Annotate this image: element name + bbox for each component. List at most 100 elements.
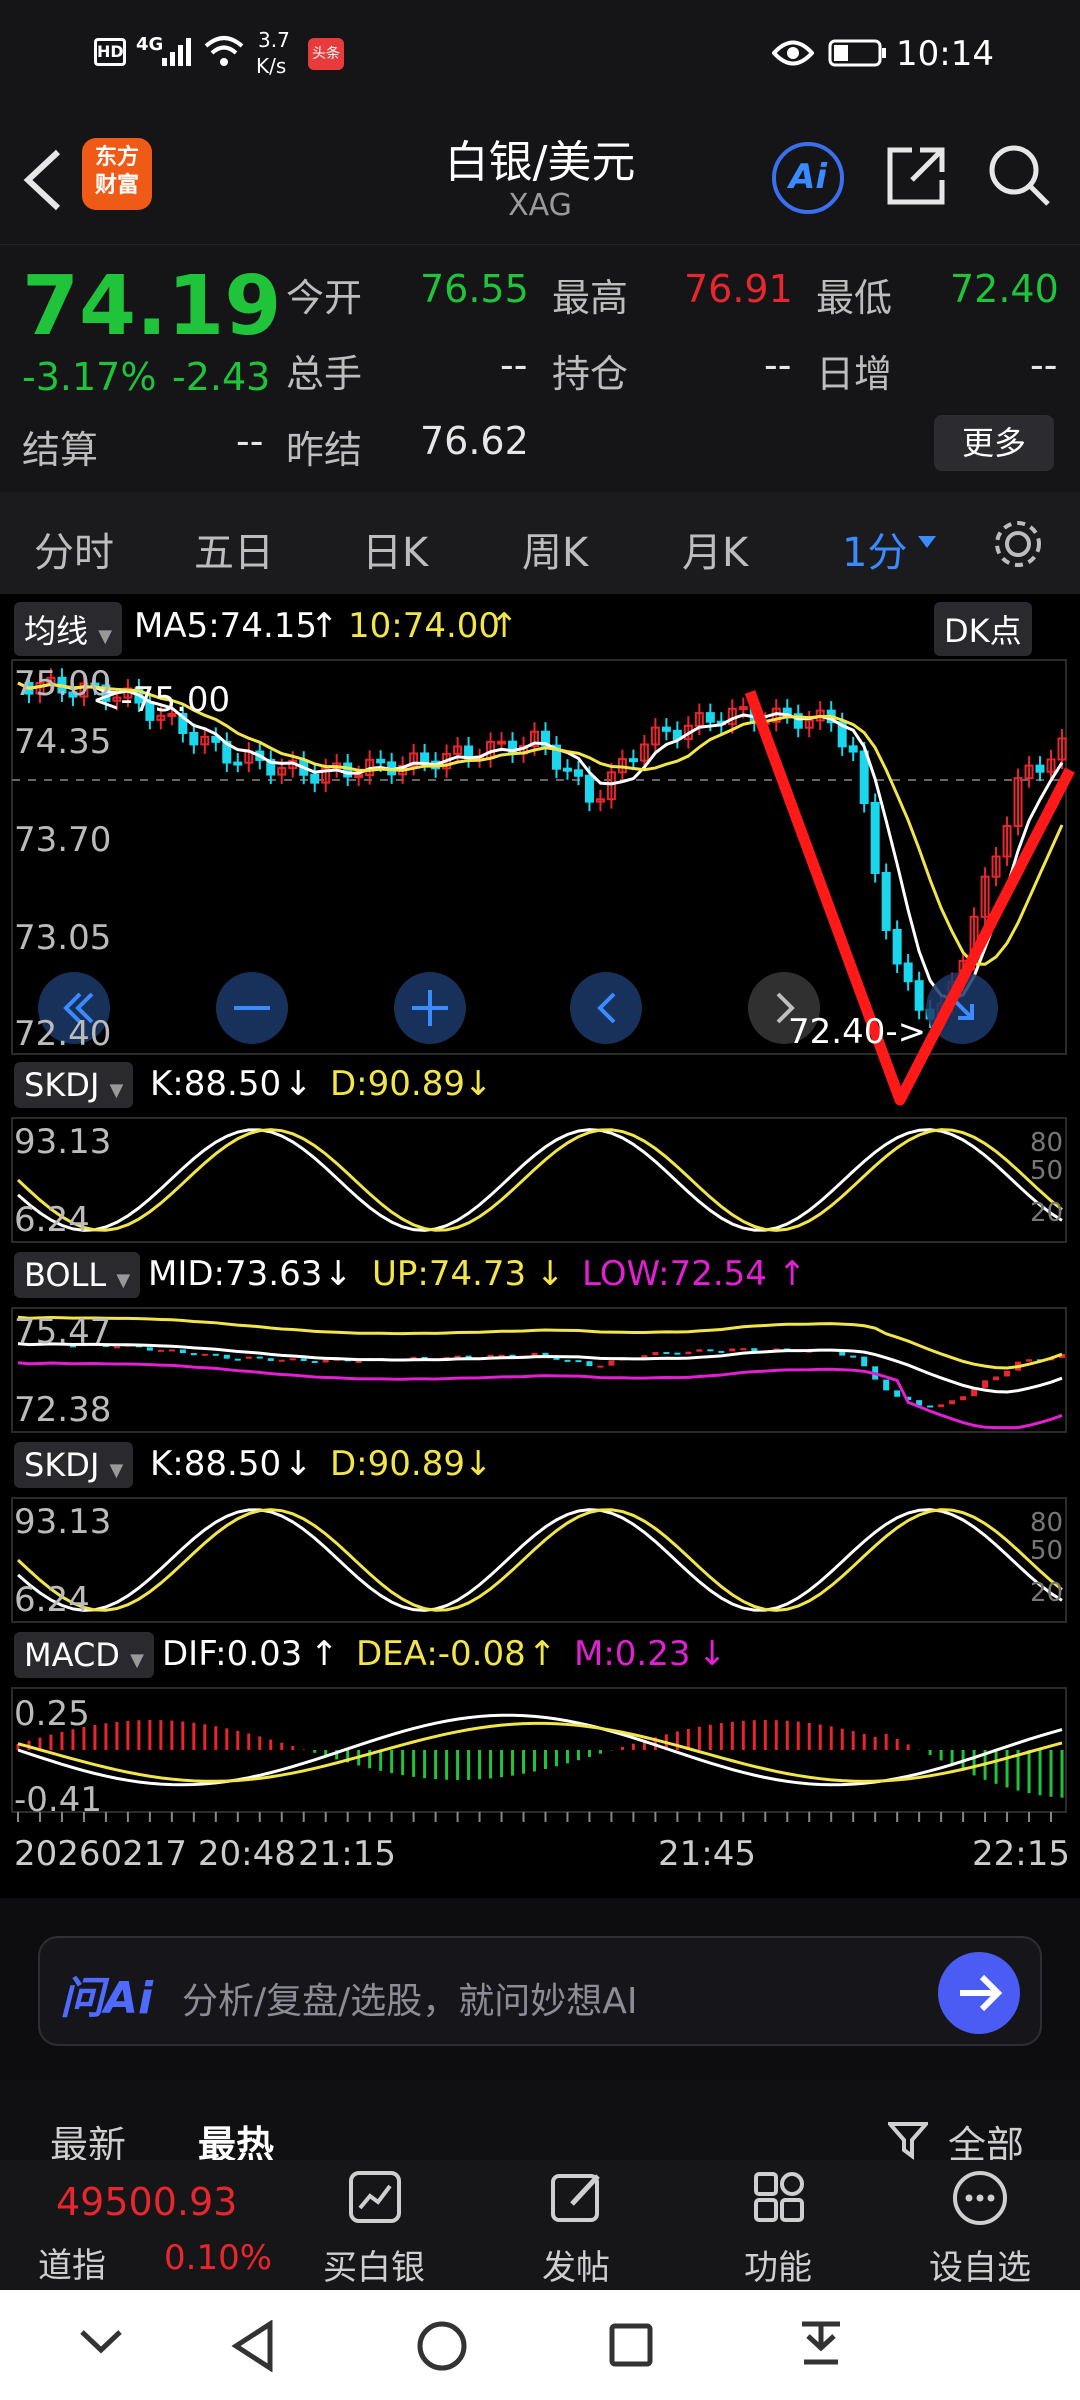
kline-chart-svg[interactable] (0, 594, 1080, 1898)
skdj2-level-80: 80 (1030, 1508, 1064, 1538)
skdj-tick-high: 93.13 (14, 1122, 112, 1162)
bottom-nav: 49500.93 道指 0.10% 买白银 发帖 功能 设自选 (0, 2160, 1080, 2290)
index-ticker[interactable]: 49500.93 道指 0.10% (0, 2160, 290, 2290)
boll-candle (1004, 1370, 1011, 1377)
boll-low-value: LOW:72.54 (582, 1254, 767, 1294)
boll-candle (300, 1358, 307, 1361)
main-candle (562, 767, 572, 772)
main-candle (705, 712, 715, 723)
macd-dea-value: DEA:-0.08 (356, 1634, 526, 1674)
boll-candle (707, 1349, 714, 1352)
boll-candle (168, 1349, 175, 1352)
macd-selector[interactable]: MACD ▼ (14, 1632, 154, 1678)
ai-submit-button[interactable] (938, 1952, 1020, 2034)
boll-candle (223, 1354, 230, 1359)
ai-brand: 问Ai (60, 1973, 154, 2024)
boll-candle (883, 1379, 890, 1391)
tab-five-day[interactable]: 五日 (194, 520, 274, 578)
boll-candle (113, 1346, 120, 1349)
ma10-arrow-icon: ↑ (490, 606, 519, 646)
download-tray-icon[interactable] (798, 2318, 844, 2370)
dk-label: DK点 (944, 612, 1022, 650)
settle-label: 结算 (22, 428, 99, 472)
ma10-value: 10:74.00 (348, 606, 501, 646)
boll-low-line (17, 1361, 1063, 1430)
main-candle (420, 752, 430, 763)
boll-candle (245, 1356, 252, 1359)
chevron-down-icon: ▼ (116, 1270, 131, 1291)
ai-button[interactable]: Ai (772, 142, 844, 214)
skdj-k-line (17, 1128, 1063, 1232)
index-name: 道指 (38, 2246, 106, 2286)
tab-day-k[interactable]: 日K (362, 520, 428, 578)
boll-candle (234, 1358, 241, 1361)
more-button[interactable]: 更多 (934, 415, 1054, 471)
main-candle (1035, 764, 1045, 773)
edit-icon (551, 2174, 600, 2222)
clock: 10:14 (896, 34, 994, 74)
collapse-down-icon[interactable] (78, 2326, 124, 2356)
position-label: 持仓 (552, 352, 629, 396)
boll-candle (861, 1356, 868, 1367)
skdj-k-line (17, 1508, 1063, 1612)
boll-candle (586, 1361, 593, 1367)
boll-candle (1026, 1359, 1033, 1362)
dk-point-button[interactable]: DK点 (934, 602, 1032, 656)
boll-selector[interactable]: BOLL ▼ (14, 1252, 141, 1298)
skdj-d-arrow-icon: ↓ (464, 1064, 493, 1104)
low-label: 最低 (816, 276, 893, 320)
net-speed-unit: K/s (256, 54, 287, 78)
ma5-value: MA5:74.15 (134, 606, 318, 646)
tab-week-k[interactable]: 周K (522, 520, 588, 578)
nav-post-label: 发帖 (542, 2248, 610, 2288)
skdj2-k-value: K:88.50 (150, 1444, 282, 1484)
ai-search-bar[interactable]: 问Ai 分析/复盘/选股，就问妙想AI (38, 1936, 1042, 2046)
filter-icon[interactable] (888, 2120, 928, 2160)
wifi-icon (204, 36, 244, 66)
recents-square-icon[interactable] (608, 2322, 654, 2368)
eye-icon (772, 40, 814, 66)
back-triangle-icon[interactable] (230, 2320, 276, 2372)
share-icon[interactable] (884, 144, 948, 208)
battery-icon (828, 39, 886, 67)
trade-chart-icon (349, 2171, 401, 2223)
index-value: 49500.93 (56, 2180, 238, 2224)
boll-candle (718, 1350, 725, 1353)
boll-candle (146, 1347, 153, 1351)
boll-candle (696, 1349, 703, 1352)
main-candle (661, 726, 671, 732)
boll-candle (597, 1365, 604, 1368)
nav-buy-silver[interactable]: 买白银 (274, 2160, 474, 2290)
ai-icon: Ai (789, 157, 827, 197)
main-candle (497, 740, 507, 745)
skdj-selector[interactable]: SKDJ ▼ (14, 1062, 134, 1108)
boll-candle (608, 1360, 615, 1366)
skdj2-selector[interactable]: SKDJ ▼ (14, 1442, 134, 1488)
boll-candle (564, 1359, 571, 1362)
time-label-2145: 21:45 (658, 1834, 756, 1874)
boll-up-arrow-icon: ↓ (536, 1254, 565, 1294)
nav-functions[interactable]: 功能 (678, 2160, 878, 2290)
boll-candle (454, 1355, 461, 1358)
nav-add-watchlist[interactable]: 设自选 (880, 2160, 1080, 2290)
grid-icon (754, 2172, 804, 2222)
boll-candle (575, 1360, 582, 1363)
boll-candle (850, 1355, 857, 1358)
main-candle (881, 871, 891, 931)
tab-month-k[interactable]: 月K (682, 520, 748, 578)
settings-gear-icon[interactable] (990, 516, 1046, 572)
news-tabs: 最新 最热 全部 (0, 2080, 1080, 2167)
last-price: 74.19 (22, 259, 282, 354)
macd-m-arrow-icon: ↓ (698, 1634, 727, 1674)
kline-chart-area[interactable]: 均线 ▼ MA5:74.15 ↑ 10:74.00 ↑ DK点 75.00 74… (0, 594, 1080, 1898)
tab-fenshi[interactable]: 分时 (34, 520, 114, 578)
nav-post[interactable]: 发帖 (476, 2160, 676, 2290)
high-annotation: <-75.00 (92, 680, 231, 720)
tab-dropdown-icon[interactable] (918, 536, 936, 550)
ma-selector[interactable]: 均线 ▼ (14, 602, 123, 656)
home-circle-icon[interactable] (416, 2320, 468, 2372)
prev-settle-label: 昨结 (286, 428, 363, 472)
nav-functions-label: 功能 (744, 2248, 812, 2288)
tab-1min[interactable]: 1分 (842, 520, 907, 578)
search-icon[interactable] (986, 142, 1052, 208)
